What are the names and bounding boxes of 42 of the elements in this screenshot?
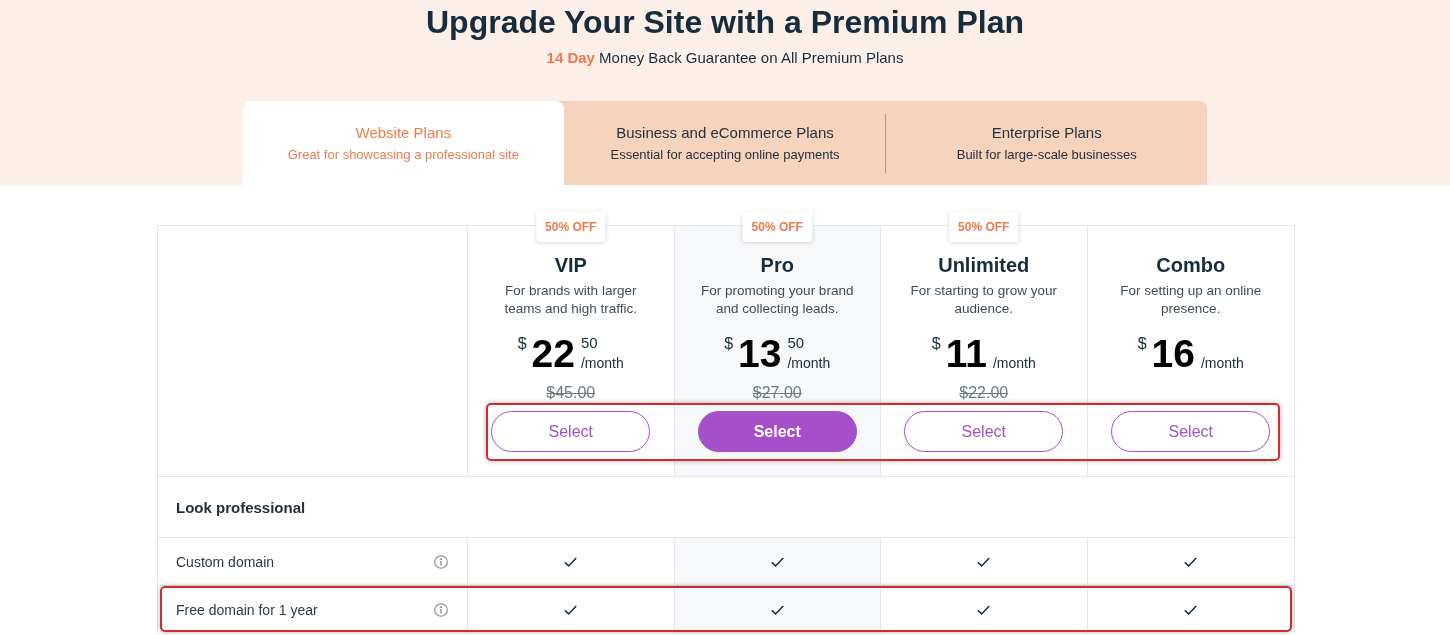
original-price: $27.00 xyxy=(752,383,802,403)
info-icon[interactable] xyxy=(434,602,448,617)
feature-label: Custom domain xyxy=(176,553,275,570)
original-price: $45.00 xyxy=(546,383,596,403)
plan-description: For starting to grow your audience. xyxy=(909,282,1058,318)
price-period: /month xyxy=(581,355,624,372)
discount-badge: 50% OFF xyxy=(949,212,1019,242)
price-period: /month xyxy=(992,355,1036,372)
page-title: Upgrade Your Site with a Premium Plan xyxy=(425,3,1025,42)
currency-symbol: $ xyxy=(724,334,734,354)
guarantee-text: 14 Day Money Back Guarantee on All Premium Plans xyxy=(546,48,904,68)
select-button[interactable]: Select xyxy=(904,411,1064,452)
price-period: /month xyxy=(787,355,831,372)
plan-tab[interactable]: Website Plans Great for showcasing a professional site xyxy=(243,101,564,185)
discount-badge: 50% OFF xyxy=(536,212,606,242)
plan-tab[interactable]: Enterprise Plans Built for large-scale businesses xyxy=(886,101,1207,185)
plan-description: For promoting your brand and collecting leads. xyxy=(700,282,855,318)
plan-name: Pro xyxy=(760,253,794,277)
select-button[interactable]: Select xyxy=(1111,411,1271,452)
plan-tab[interactable]: Business and eCommerce Plans Essential for accepting online payments xyxy=(564,101,886,185)
plan-name: VIP xyxy=(554,253,587,277)
currency-symbol: $ xyxy=(1137,334,1147,354)
plan-description: For brands with larger teams and high traffic. xyxy=(503,282,639,318)
price-cents: 50 xyxy=(581,334,599,351)
plan-description: For setting up an online presence. xyxy=(1119,282,1263,318)
section-heading: Look professional xyxy=(176,498,306,516)
select-button[interactable]: Select xyxy=(491,411,651,452)
price-cents: 50 xyxy=(787,334,806,351)
currency-symbol: $ xyxy=(517,334,527,354)
currency-symbol: $ xyxy=(931,334,941,354)
price-amount: 22 xyxy=(531,334,575,374)
original-price: $22.00 xyxy=(959,383,1009,403)
plan-name: Unlimited xyxy=(938,253,1030,277)
info-icon[interactable] xyxy=(434,554,448,569)
price-amount: 11 xyxy=(945,334,987,374)
feature-label: Free domain for 1 year xyxy=(176,601,318,618)
discount-badge: 50% OFF xyxy=(742,212,812,242)
price-amount: 13 xyxy=(738,334,782,374)
price-period: /month xyxy=(1201,355,1244,372)
price-amount: 16 xyxy=(1151,334,1195,374)
select-button[interactable]: Select xyxy=(697,411,857,452)
plan-name: Combo xyxy=(1156,253,1226,277)
